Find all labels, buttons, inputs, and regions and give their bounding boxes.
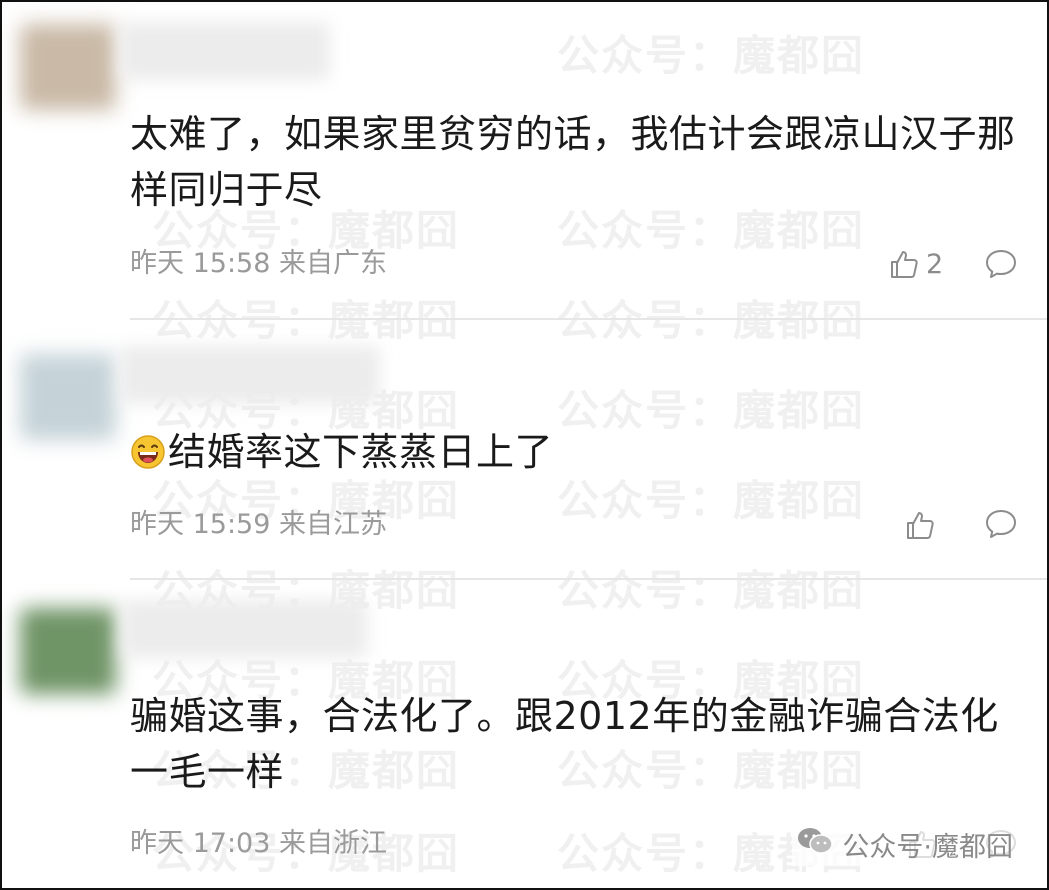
divider: [130, 318, 1047, 320]
footer-watermark: 公众号·魔都囧: [792, 823, 1017, 866]
comment-text: 骗婚这事，合法化了。跟2012年的金融诈骗合法化一毛一样: [130, 694, 999, 794]
watermark: 公众号：魔都囧: [557, 386, 866, 435]
watermark: 公众号：魔都囧: [557, 31, 866, 80]
laughing-emoji-icon: [130, 429, 166, 469]
comment-meta: 昨天 15:59 来自江苏: [130, 509, 387, 540]
watermark: 公众号：魔都囧: [557, 476, 866, 525]
like-count: 2: [926, 248, 944, 280]
comment-meta: 昨天 15:58 来自广东: [130, 248, 387, 279]
footer-watermark-text: 公众号·魔都囧: [842, 832, 1013, 863]
divider: [130, 578, 1047, 580]
username-blurred[interactable]: [120, 22, 330, 80]
username-blurred[interactable]: [122, 600, 367, 658]
comment-meta: 昨天 17:03 来自浙江: [130, 828, 387, 859]
comment-bubble-icon[interactable]: [984, 248, 1018, 284]
thumbs-up-icon: [904, 509, 936, 541]
wechat-icon: [796, 826, 834, 863]
like-button[interactable]: 2: [888, 248, 943, 280]
comment-text-content: 结婚率这下蒸蒸日上了: [168, 430, 554, 474]
watermark: 公众号：魔都囧: [557, 566, 866, 615]
like-button[interactable]: [904, 509, 936, 541]
thumbs-up-icon: [888, 248, 920, 280]
comment-bubble-icon[interactable]: [984, 508, 1018, 544]
avatar[interactable]: [20, 24, 116, 110]
avatar[interactable]: [20, 354, 116, 440]
avatar[interactable]: [20, 608, 116, 694]
username-blurred[interactable]: [120, 346, 380, 404]
comment-text: 结婚率这下蒸蒸日上了: [130, 424, 553, 480]
comment-list: 公众号：魔都囧 公众号：魔都囧 公众号：魔都囧 公众号：魔都囧 公众号：魔都囧 …: [0, 0, 1049, 890]
comment-text: 太难了，如果家里贫穷的话，我估计会跟凉山汉子那样同归于尽: [130, 112, 1016, 212]
